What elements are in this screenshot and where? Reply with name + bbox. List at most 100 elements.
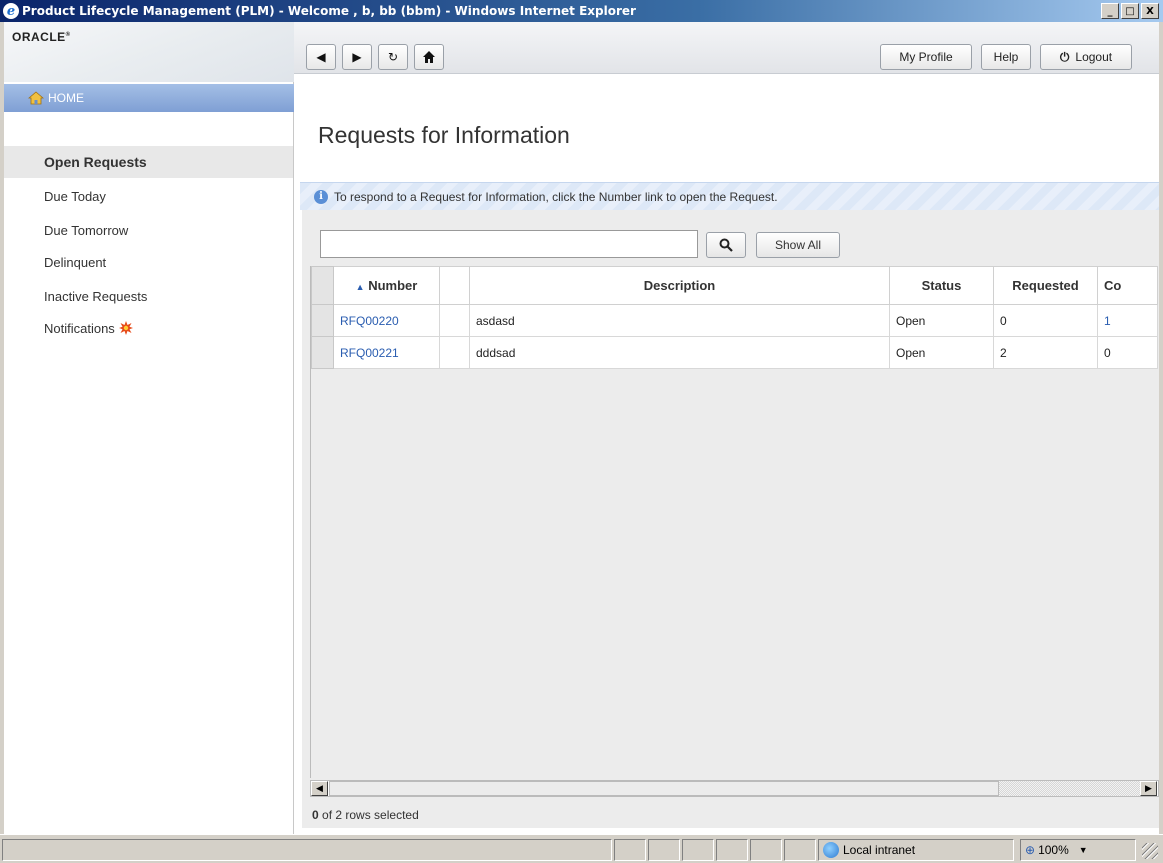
cell-requested: 0 <box>993 304 1098 337</box>
logout-button[interactable]: ⏻ Logout <box>1040 44 1132 70</box>
cell-requested: 2 <box>993 336 1098 369</box>
cell-status: Open <box>889 304 994 337</box>
column-header-label: Description <box>643 278 716 293</box>
status-slot <box>648 839 680 861</box>
grid-panel: Show All ▲ Number Description Status Req… <box>302 210 1159 828</box>
cell-number: RFQ00220 <box>333 304 440 337</box>
help-button[interactable]: Help <box>981 44 1031 70</box>
results-table: ▲ Number Description Status Requested Co <box>311 266 1158 369</box>
back-icon: ◀ <box>316 50 326 64</box>
main-content: Requests for Information i To respond to… <box>294 82 1159 834</box>
sidebar-item-label: Due Tomorrow <box>44 222 129 238</box>
sidebar-item-label: Notifications <box>44 320 115 336</box>
search-input[interactable] <box>320 230 698 258</box>
forward-button[interactable]: ▶ <box>342 44 372 70</box>
my-profile-button[interactable]: My Profile <box>880 44 972 70</box>
sidebar-item-due-today[interactable]: Due Today <box>4 180 293 212</box>
window-titlebar: e Product Lifecycle Management (PLM) - W… <box>0 0 1163 22</box>
rfq-number-link[interactable]: RFQ00221 <box>340 346 399 360</box>
info-text: To respond to a Request for Information,… <box>334 189 778 204</box>
home-tab[interactable]: HOME <box>4 84 294 112</box>
status-slot <box>750 839 782 861</box>
intranet-globe-icon <box>823 842 839 858</box>
info-banner: i To respond to a Request for Informatio… <box>300 182 1159 210</box>
home-button[interactable] <box>414 44 444 70</box>
row-header-corner <box>311 266 334 305</box>
table-row: RFQ00221 dddsad Open 2 0 <box>311 336 1158 369</box>
search-button[interactable] <box>706 232 746 258</box>
column-header-co[interactable]: Co <box>1097 266 1158 305</box>
back-button[interactable]: ◀ <box>306 44 336 70</box>
nav-toolbar: ◀ ▶ ↻ My Profile Help ⏻ Logout <box>294 22 1159 74</box>
status-slot <box>716 839 748 861</box>
refresh-button[interactable]: ↻ <box>378 44 408 70</box>
refresh-icon: ↻ <box>387 50 399 64</box>
page-title: Requests for Information <box>318 122 570 148</box>
column-header-requested[interactable]: Requested <box>993 266 1098 305</box>
scroll-right-button[interactable]: ▶ <box>1140 781 1157 796</box>
status-message <box>2 839 612 861</box>
security-zone[interactable]: Local intranet <box>818 839 1014 861</box>
table-row: RFQ00220 asdasd Open 0 1 <box>311 304 1158 337</box>
zoom-level: 100% <box>1038 843 1069 857</box>
sidebar-item-notifications[interactable]: Notifications <box>4 312 293 344</box>
horizontal-scrollbar[interactable]: ◀ ▶ <box>310 780 1159 797</box>
sort-up-icon: ▲ <box>355 282 365 292</box>
zoom-icon: ⊕ <box>1025 843 1036 857</box>
column-header-description[interactable]: Description <box>469 266 890 305</box>
cell-blank <box>439 336 470 369</box>
cell-description: asdasd <box>469 304 890 337</box>
scroll-track[interactable] <box>999 781 1140 796</box>
ie-icon: e <box>3 3 19 19</box>
scroll-left-button[interactable]: ◀ <box>311 781 328 796</box>
column-header-label: Number <box>368 278 418 293</box>
home-tab-label: HOME <box>48 91 84 105</box>
sidebar-item-label: Inactive Requests <box>44 288 148 304</box>
scroll-thumb[interactable] <box>329 781 999 796</box>
cell-status: Open <box>889 336 994 369</box>
cell-number: RFQ00221 <box>333 336 440 369</box>
cell-description: dddsad <box>469 336 890 369</box>
show-all-button[interactable]: Show All <box>756 232 840 258</box>
row-selector[interactable] <box>311 304 334 337</box>
sidebar-item-label: Due Today <box>44 188 106 204</box>
selection-text: of 2 rows selected <box>322 808 419 822</box>
minimize-button[interactable]: _ <box>1101 3 1119 19</box>
sidebar-item-inactive-requests[interactable]: Inactive Requests <box>4 280 293 312</box>
status-slot <box>614 839 646 861</box>
sidebar-item-label: Open Requests <box>44 154 147 170</box>
home-icon <box>28 91 44 105</box>
window-title: Product Lifecycle Management (PLM) - Wel… <box>22 4 636 18</box>
selection-summary: 0 of 2 rows selected <box>312 808 419 822</box>
oracle-logo: ORACLE® <box>12 30 71 44</box>
sidebar-item-label: Delinquent <box>44 254 107 270</box>
sidebar-item-due-tomorrow[interactable]: Due Tomorrow <box>4 214 293 246</box>
rfq-number-link[interactable]: RFQ00220 <box>340 314 399 328</box>
zone-label: Local intranet <box>843 843 916 857</box>
maximize-button[interactable]: □ <box>1121 3 1139 19</box>
home-icon <box>423 51 435 63</box>
chevron-down-icon: ▼ <box>1078 845 1088 855</box>
power-icon: ⏻ <box>1059 49 1070 64</box>
browser-frame: ORACLE® ◀ ▶ ↻ My Profile Help ⏻ Logout H… <box>4 22 1159 834</box>
browser-statusbar: Local intranet ⊕ 100% ▼ <box>0 834 1163 863</box>
cell-co: 1 <box>1097 304 1158 337</box>
search-icon <box>719 238 733 252</box>
status-slot <box>784 839 816 861</box>
info-icon: i <box>314 189 328 204</box>
co-count-link[interactable]: 1 <box>1104 314 1111 328</box>
selected-count: 0 <box>312 808 319 822</box>
row-selector[interactable] <box>311 336 334 369</box>
close-button[interactable]: X <box>1141 3 1159 19</box>
column-header-status[interactable]: Status <box>889 266 994 305</box>
status-slot <box>682 839 714 861</box>
sidebar-item-delinquent[interactable]: Delinquent <box>4 246 293 278</box>
column-header-number[interactable]: ▲ Number <box>333 266 440 305</box>
forward-icon: ▶ <box>352 50 362 64</box>
results-table-area: ▲ Number Description Status Requested Co <box>310 266 1159 778</box>
resize-grip-icon[interactable] <box>1142 843 1158 859</box>
cell-co: 0 <box>1097 336 1158 369</box>
cell-blank <box>439 304 470 337</box>
zoom-control[interactable]: ⊕ 100% ▼ <box>1020 839 1136 861</box>
sidebar-item-open-requests[interactable]: Open Requests <box>4 146 293 178</box>
